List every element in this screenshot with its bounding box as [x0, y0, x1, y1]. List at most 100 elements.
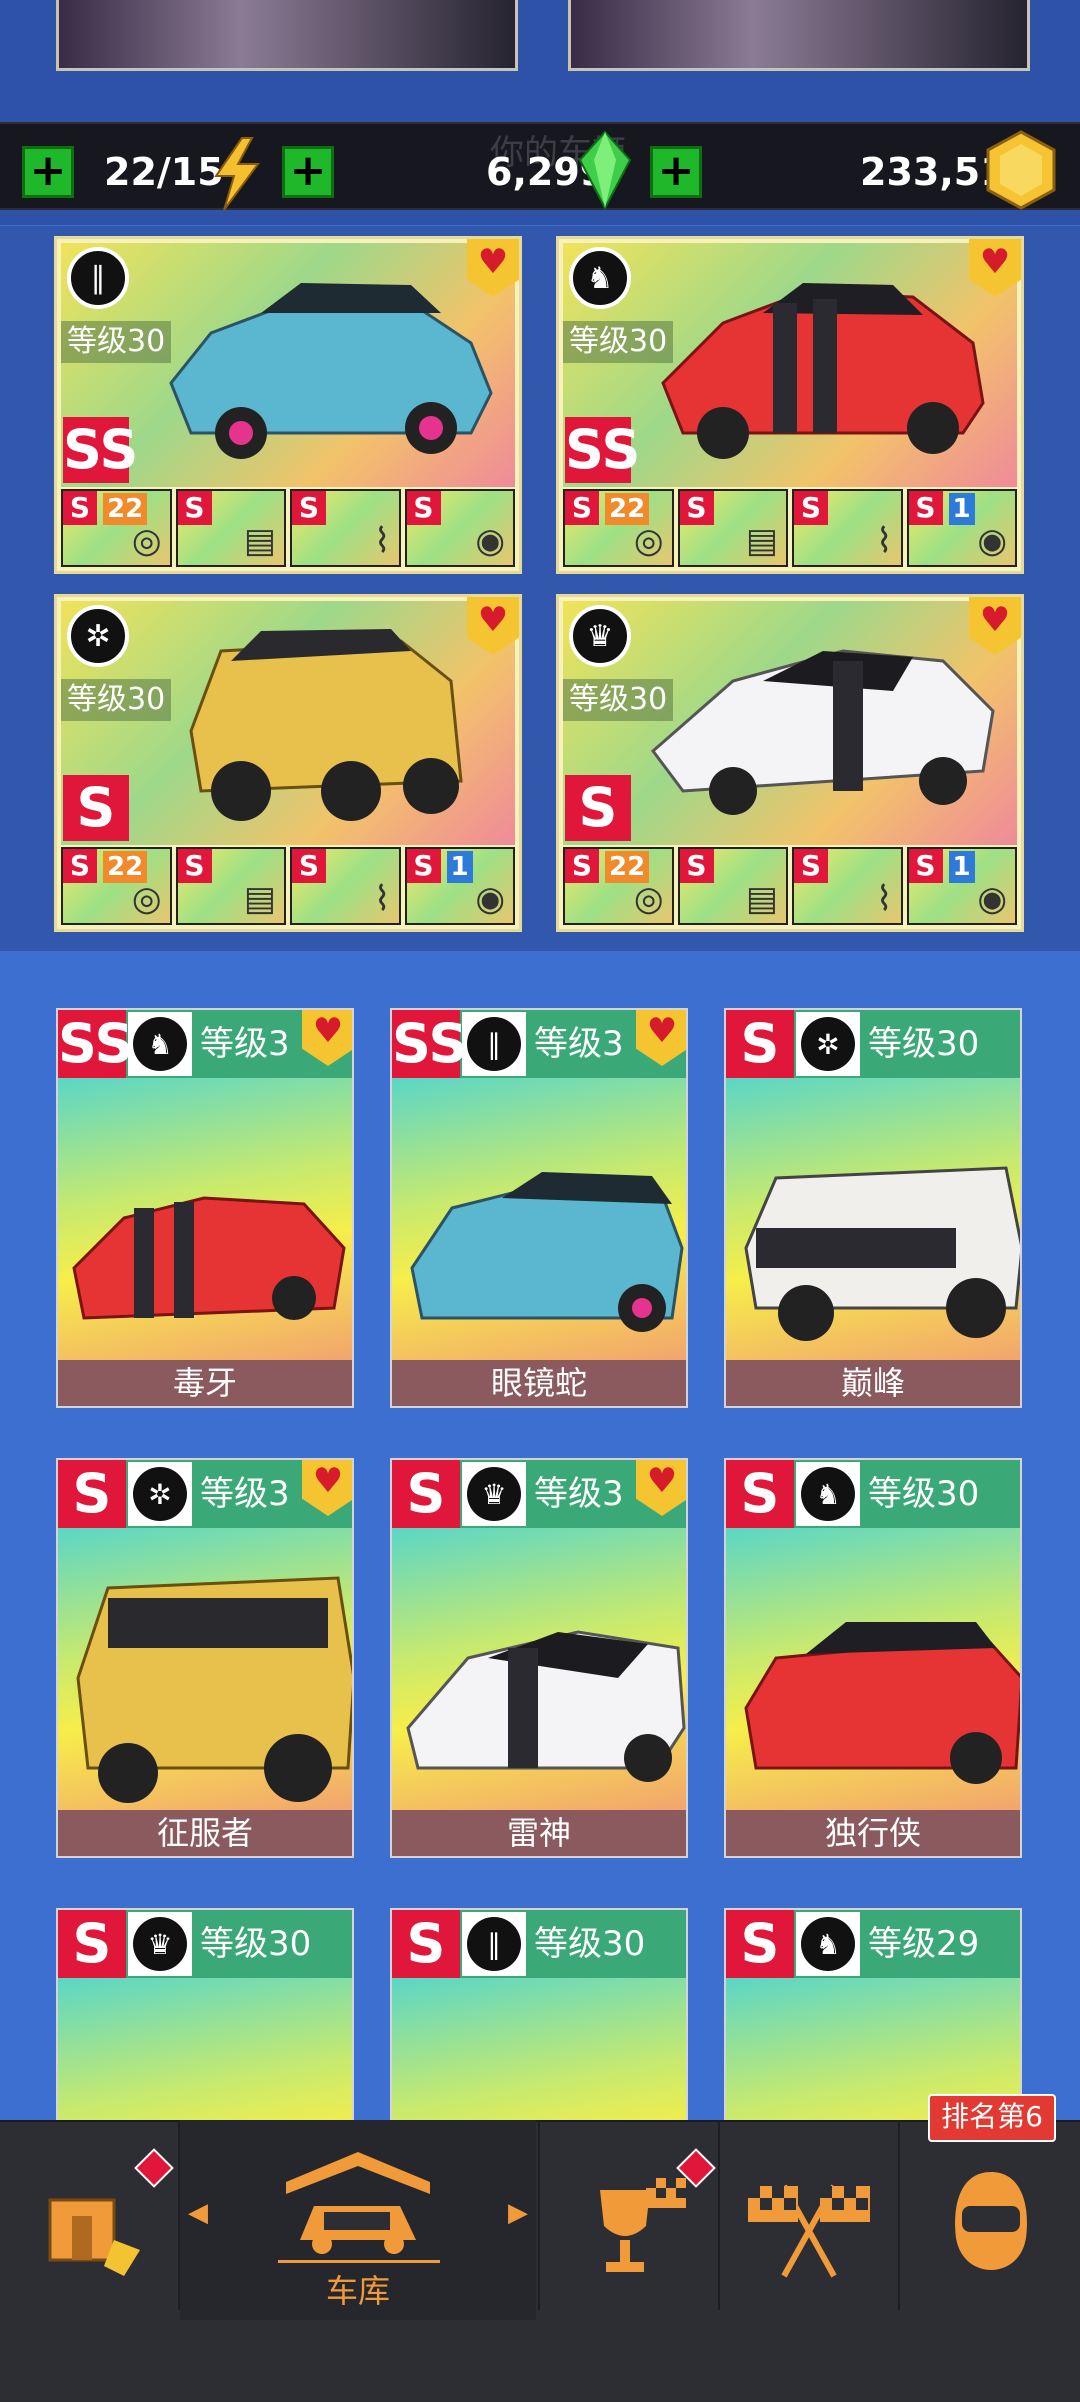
- level-label: 等级30: [61, 321, 172, 363]
- part-engine[interactable]: S ▤: [175, 847, 286, 925]
- level-label: 等级30: [61, 679, 172, 721]
- brake-icon: ◎: [633, 879, 664, 919]
- lightning-icon: [214, 137, 260, 211]
- part-brakes[interactable]: S 22 ◎: [563, 847, 674, 925]
- car-art: [726, 1078, 1020, 1366]
- car-art: [58, 1078, 352, 1366]
- part-suspension[interactable]: S ⌇: [792, 847, 903, 925]
- level-label: 等级30: [563, 679, 674, 721]
- brake-icon: ◎: [131, 879, 162, 919]
- spring-icon: ⌇: [373, 879, 391, 919]
- level-label: 等级3: [534, 1474, 624, 1514]
- part-brakes[interactable]: S 22 ◎: [563, 489, 674, 567]
- rank-badge: SS: [63, 417, 139, 483]
- part-suspension[interactable]: S ⌇: [290, 847, 401, 925]
- part-engine[interactable]: S ▤: [677, 489, 788, 567]
- car-card[interactable]: S ♛ 等级3 雷神 ♥: [390, 1458, 688, 1858]
- car-image: [189, 629, 463, 821]
- crown-icon: ♛: [467, 1467, 521, 1521]
- rank-badge: S: [726, 1910, 794, 1978]
- car-art: [61, 601, 515, 845]
- car-card[interactable]: SS ♞ 等级3 毒牙 ♥: [56, 1008, 354, 1408]
- nav-garage-label: 车库: [325, 2272, 390, 2310]
- car-card[interactable]: S ✲ 等级3 征服者 ♥: [56, 1458, 354, 1858]
- horse-icon: ♞: [801, 1917, 855, 1971]
- car-image: [406, 1630, 686, 1782]
- car-image: [661, 283, 985, 459]
- trophy-flags-icon: [600, 2178, 686, 2272]
- garage-icon: [286, 2152, 430, 2254]
- car-art: [726, 1528, 1020, 1816]
- car-card[interactable]: SS ∥ 等级3 眼镜蛇 ♥: [390, 1008, 688, 1408]
- part-tires[interactable]: S 1 ◉: [906, 489, 1017, 567]
- part-tires[interactable]: S ◉: [404, 489, 515, 567]
- car-image: [76, 1576, 352, 1803]
- horse-icon: ♞: [569, 247, 631, 309]
- car-card[interactable]: S ♞ 等级30 独行侠: [724, 1458, 1022, 1858]
- favorite-car-card[interactable]: ✲ 等级30 S ♥ S 22 ◎ S ▤ S ⌇ S 1 ◉: [54, 594, 522, 932]
- nav-events[interactable]: [540, 2120, 718, 2320]
- add-gems-button[interactable]: +: [282, 146, 334, 198]
- partial-card-right[interactable]: [568, 0, 1030, 71]
- gem-icon: [578, 130, 632, 210]
- car-image: [744, 1166, 1020, 1341]
- part-engine[interactable]: S ▤: [175, 489, 286, 567]
- rank-badge: S: [63, 775, 129, 841]
- level-label: 等级30: [534, 1924, 646, 1964]
- chevron-left-icon[interactable]: ◀: [188, 2198, 208, 2228]
- brake-icon: ◎: [131, 521, 162, 561]
- road-icon: ∥: [467, 1917, 521, 1971]
- nav-shop[interactable]: [0, 2120, 178, 2320]
- partial-card-left[interactable]: [56, 0, 518, 71]
- part-suspension[interactable]: S ⌇: [290, 489, 401, 567]
- tire-icon: ◉: [475, 879, 505, 919]
- nav-garage[interactable]: ◀ 车库 ▶: [180, 2120, 536, 2320]
- nav-race[interactable]: [720, 2120, 898, 2320]
- level-label: 等级3: [534, 1024, 624, 1064]
- level-label: 等级3: [200, 1024, 290, 1064]
- part-brakes[interactable]: S 22 ◎: [61, 847, 172, 925]
- chevron-right-icon[interactable]: ▶: [508, 2198, 528, 2228]
- helmet-icon: [955, 2172, 1027, 2270]
- car-art: [58, 1528, 352, 1816]
- car-image: [72, 1196, 346, 1320]
- car-image: [744, 1622, 1020, 1784]
- level-label: 等级30: [868, 1024, 980, 1064]
- wheel-icon: ✲: [67, 605, 129, 667]
- wheel-icon: ✲: [801, 1017, 855, 1071]
- add-energy-button[interactable]: +: [22, 146, 74, 198]
- tire-icon: ◉: [475, 521, 505, 561]
- spring-icon: ⌇: [875, 879, 893, 919]
- rank-badge: S: [726, 1460, 794, 1528]
- rank-badge-label: 排名第6: [928, 2094, 1056, 2142]
- part-tires[interactable]: S 1 ◉: [906, 847, 1017, 925]
- wheel-icon: ✲: [133, 1467, 187, 1521]
- rank-badge: S: [58, 1460, 126, 1528]
- engine-icon: ▤: [243, 879, 276, 919]
- horse-icon: ♞: [801, 1467, 855, 1521]
- car-name: 雷神: [392, 1810, 686, 1856]
- part-engine[interactable]: S ▤: [677, 847, 788, 925]
- parts-row: S 22 ◎ S ▤ S ⌇ S ◉: [61, 489, 515, 567]
- level-label: 等级29: [868, 1924, 980, 1964]
- car-card[interactable]: S ✲ 等级30 巅峰: [724, 1008, 1022, 1408]
- car-image: [169, 283, 493, 459]
- add-coins-button[interactable]: +: [650, 146, 702, 198]
- favorite-car-card[interactable]: ∥ 等级30 SS ♥ S 22 ◎ S ▤ S ⌇ S ◉: [54, 236, 522, 574]
- part-tires[interactable]: S 1 ◉: [404, 847, 515, 925]
- crown-icon: ♛: [133, 1917, 187, 1971]
- nav-profile[interactable]: [900, 2120, 1080, 2320]
- favorite-car-card[interactable]: ♞ 等级30 SS ♥ S 22 ◎ S ▤ S ⌇ S 1 ◉: [556, 236, 1024, 574]
- coin-icon: [986, 130, 1056, 210]
- engine-icon: ▤: [745, 521, 778, 561]
- part-brakes[interactable]: S 22 ◎: [61, 489, 172, 567]
- level-label: 等级30: [200, 1924, 312, 1964]
- car-name: 眼镜蛇: [392, 1360, 686, 1406]
- checkered-flags-icon: [748, 2184, 870, 2278]
- part-suspension[interactable]: S ⌇: [792, 489, 903, 567]
- favorite-car-card[interactable]: ♛ 等级30 S ♥ S 22 ◎ S ▤ S ⌇ S 1 ◉: [556, 594, 1024, 932]
- road-icon: ∥: [67, 247, 129, 309]
- car-name: 毒牙: [58, 1360, 352, 1406]
- road-icon: ∥: [467, 1017, 521, 1071]
- spring-icon: ⌇: [373, 521, 391, 561]
